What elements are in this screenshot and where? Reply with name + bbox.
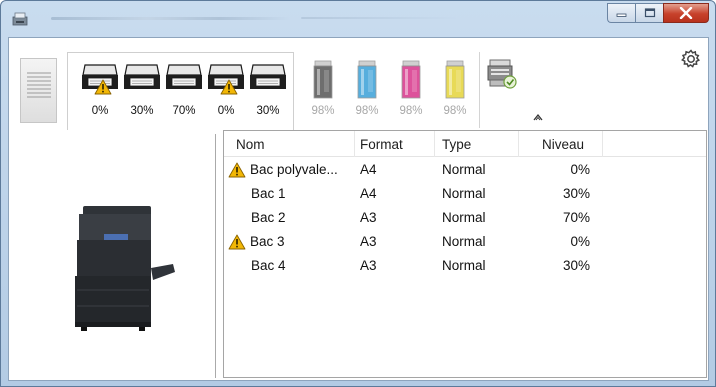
cell-format: A4 bbox=[360, 162, 377, 177]
collapse-icon[interactable] bbox=[532, 112, 544, 122]
device-status-icon[interactable] bbox=[487, 58, 517, 90]
cell-niveau: 0% bbox=[570, 162, 590, 177]
paper-tray-item[interactable]: 30% bbox=[248, 53, 288, 131]
list-header: Nom Format Type Niveau bbox=[224, 131, 706, 157]
paper-tray-icon bbox=[250, 64, 286, 89]
table-row[interactable]: Bac 2 A3 Normal 70% bbox=[224, 207, 706, 231]
window-controls bbox=[607, 3, 709, 23]
toner-cartridge-icon bbox=[401, 60, 421, 99]
toner-level-label: 98% bbox=[443, 105, 467, 117]
close-button[interactable] bbox=[663, 3, 709, 23]
tray-level-label: 0% bbox=[91, 105, 109, 117]
toner-item[interactable]: 98% bbox=[437, 52, 473, 126]
tray-level-label: 70% bbox=[172, 105, 196, 117]
settings-gear-icon[interactable] bbox=[680, 48, 702, 70]
column-header-nom[interactable]: Nom bbox=[236, 137, 265, 152]
cell-nom: Bac 4 bbox=[251, 258, 286, 273]
document-list-icon bbox=[27, 72, 51, 98]
printer-device-image bbox=[75, 206, 175, 331]
toner-cartridge-icon bbox=[357, 60, 377, 99]
warning-icon bbox=[228, 162, 246, 178]
toner-item[interactable]: 98% bbox=[393, 52, 429, 126]
paper-tray-item[interactable]: 30% bbox=[122, 53, 162, 131]
cell-nom: Bac 1 bbox=[251, 186, 286, 201]
toolbar-separator bbox=[479, 52, 480, 128]
table-row[interactable]: Bac 4 A3 Normal 30% bbox=[224, 255, 706, 279]
warning-triangle-icon bbox=[94, 79, 112, 95]
column-divider[interactable] bbox=[434, 131, 435, 157]
tray-level-label: 30% bbox=[256, 105, 280, 117]
toner-level-label: 98% bbox=[399, 105, 423, 117]
column-divider[interactable] bbox=[602, 131, 603, 157]
toner-cartridge-icon bbox=[445, 60, 465, 99]
cell-niveau: 0% bbox=[570, 234, 590, 249]
cell-type: Normal bbox=[442, 234, 486, 249]
cell-format: A4 bbox=[360, 186, 377, 201]
cell-format: A3 bbox=[360, 234, 377, 249]
client-area: 0% 30% 70% 0% 30% 98% 98% 98% 98% Nom Fo… bbox=[8, 37, 709, 381]
warning-triangle-icon bbox=[220, 79, 238, 95]
paper-tray-group[interactable]: 0% 30% 70% 0% 30% bbox=[67, 52, 294, 130]
close-icon bbox=[679, 7, 693, 19]
printer-app-icon bbox=[12, 12, 28, 26]
cell-niveau: 30% bbox=[562, 186, 590, 201]
paper-tray-item[interactable]: 0% bbox=[80, 53, 120, 131]
tray-list: Nom Format Type Niveau Bac polyvale... A4… bbox=[223, 130, 707, 378]
warning-icon bbox=[220, 79, 238, 95]
column-header-niveau[interactable]: Niveau bbox=[542, 137, 584, 152]
maximize-button[interactable] bbox=[635, 3, 663, 23]
maximize-icon bbox=[644, 8, 655, 18]
paper-tray-icon bbox=[124, 64, 160, 89]
paper-tray-item[interactable]: 70% bbox=[164, 53, 204, 131]
minimize-icon bbox=[616, 13, 626, 17]
toner-level-label: 98% bbox=[355, 105, 379, 117]
column-divider[interactable] bbox=[518, 131, 519, 157]
panel-splitter[interactable] bbox=[215, 134, 216, 378]
printer-image-panel bbox=[9, 130, 215, 381]
documents-button[interactable] bbox=[20, 58, 57, 123]
cell-type: Normal bbox=[442, 258, 486, 273]
toner-item[interactable]: 98% bbox=[305, 52, 341, 126]
warning-triangle-icon bbox=[228, 162, 246, 178]
cell-type: Normal bbox=[442, 162, 486, 177]
toner-level-label: 98% bbox=[311, 105, 335, 117]
cell-niveau: 70% bbox=[562, 210, 590, 225]
warning-triangle-icon bbox=[228, 234, 246, 250]
status-toolbar: 0% 30% 70% 0% 30% 98% 98% 98% 98% bbox=[9, 38, 708, 130]
blurred-title bbox=[51, 17, 291, 20]
paper-tray-icon bbox=[166, 64, 202, 89]
toner-cartridge-icon bbox=[313, 60, 333, 99]
cell-nom: Bac 3 bbox=[250, 234, 285, 249]
column-header-type[interactable]: Type bbox=[442, 137, 471, 152]
cell-nom: Bac 2 bbox=[251, 210, 286, 225]
cell-type: Normal bbox=[442, 186, 486, 201]
paper-tray-item[interactable]: 0% bbox=[206, 53, 246, 131]
cell-niveau: 30% bbox=[562, 258, 590, 273]
table-row[interactable]: Bac 1 A4 Normal 30% bbox=[224, 183, 706, 207]
column-header-format[interactable]: Format bbox=[360, 137, 403, 152]
blurred-title-tail bbox=[301, 17, 461, 19]
tray-level-label: 0% bbox=[217, 105, 235, 117]
title-bar[interactable] bbox=[1, 1, 715, 37]
cell-format: A3 bbox=[360, 258, 377, 273]
warning-icon bbox=[94, 79, 112, 95]
minimize-button[interactable] bbox=[607, 3, 635, 23]
warning-icon bbox=[228, 234, 246, 250]
app-window: 0% 30% 70% 0% 30% 98% 98% 98% 98% Nom Fo… bbox=[0, 0, 716, 387]
cell-format: A3 bbox=[360, 210, 377, 225]
cell-nom: Bac polyvale... bbox=[250, 162, 338, 177]
column-divider[interactable] bbox=[354, 131, 355, 157]
table-row[interactable]: Bac polyvale... A4 Normal 0% bbox=[224, 159, 706, 183]
toner-item[interactable]: 98% bbox=[349, 52, 385, 126]
table-row[interactable]: Bac 3 A3 Normal 0% bbox=[224, 231, 706, 255]
cell-type: Normal bbox=[442, 210, 486, 225]
tray-level-label: 30% bbox=[130, 105, 154, 117]
